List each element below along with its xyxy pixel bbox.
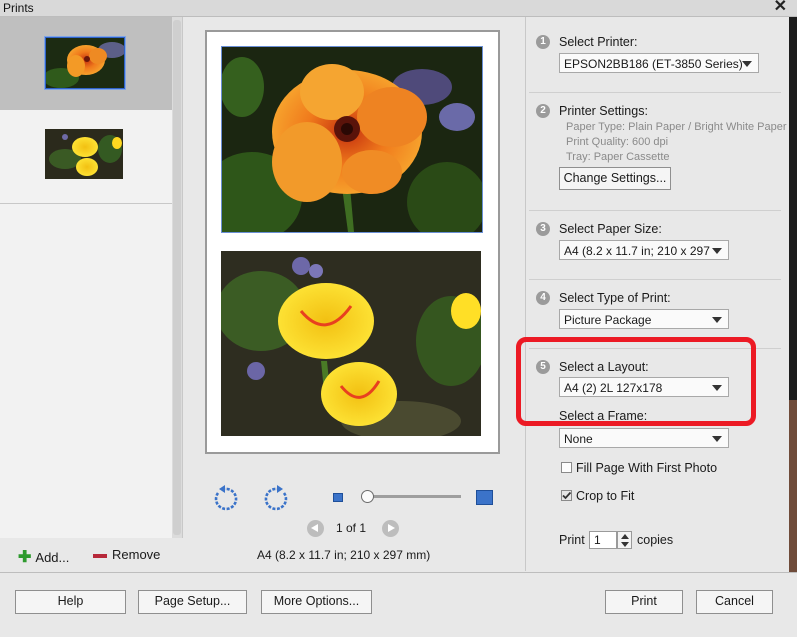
printer-dropdown[interactable]: EPSON2BB186 (ET-3850 Series) <box>559 53 759 73</box>
chevron-down-icon <box>712 385 722 391</box>
close-icon[interactable]: ✕ <box>774 0 787 16</box>
chevron-down-icon <box>712 248 722 254</box>
paper-size-dropdown[interactable]: A4 (8.2 x 11.7 in; 210 x 297 mm) <box>559 240 729 260</box>
printer-settings-label: Printer Settings: <box>559 104 648 118</box>
select-print-type-label: Select Type of Print: <box>559 291 671 305</box>
print-type-value: Picture Package <box>564 313 652 327</box>
cancel-button[interactable]: Cancel <box>696 590 773 614</box>
chevron-down-icon <box>712 317 722 323</box>
zoom-in-icon[interactable] <box>476 490 493 505</box>
arrow-left-icon <box>311 524 318 532</box>
printer-value: EPSON2BB186 (ET-3850 Series) <box>564 57 743 71</box>
page-setup-button[interactable]: Page Setup... <box>138 590 247 614</box>
select-frame-label: Select a Frame: <box>559 409 648 423</box>
zoom-slider-track[interactable] <box>363 495 461 498</box>
remove-button[interactable]: Remove <box>93 547 160 562</box>
arrow-right-icon <box>388 524 395 532</box>
chevron-down-icon <box>712 436 722 442</box>
fill-page-checkbox[interactable] <box>561 462 572 473</box>
chevron-down-icon <box>742 61 752 67</box>
paper-size-caption: A4 (8.2 x 11.7 in; 210 x 297 mm) <box>257 548 431 562</box>
copies-suffix-label: copies <box>637 533 674 547</box>
yellow-tulips-photo[interactable] <box>221 251 481 436</box>
crop-to-fit-label[interactable]: Crop to Fit <box>576 489 634 503</box>
copies-prefix-label: Print <box>559 533 585 547</box>
minus-icon <box>93 553 107 558</box>
title-bar <box>0 0 797 17</box>
more-options-button[interactable]: More Options... <box>261 590 372 614</box>
copies-value: 1 <box>594 533 601 547</box>
next-page-button[interactable] <box>382 520 399 537</box>
chevron-down-icon[interactable] <box>621 542 629 547</box>
page-indicator: 1 of 1 <box>336 521 367 535</box>
chevron-up-icon[interactable] <box>621 534 629 539</box>
orange-tulip-photo[interactable] <box>221 46 483 233</box>
step-number-4: 4 <box>536 291 550 305</box>
plus-icon: ✚ <box>18 549 32 566</box>
layout-value: A4 (2) 2L 127x178 <box>564 381 663 395</box>
tray-text: Tray: Paper Cassette <box>566 151 670 163</box>
help-button[interactable]: Help <box>15 590 126 614</box>
orange-tulip-thumbnail[interactable] <box>45 37 125 89</box>
frame-dropdown[interactable]: None <box>559 428 729 448</box>
previous-page-button[interactable] <box>307 520 324 537</box>
paper-size-value: A4 (8.2 x 11.7 in; 210 x 297 mm) <box>564 244 710 258</box>
remove-label: Remove <box>112 547 161 562</box>
divider <box>529 210 781 211</box>
checkmark-icon <box>562 491 572 500</box>
select-printer-label: Select Printer: <box>559 35 638 49</box>
background-window-edge <box>789 400 797 572</box>
paper-type-text: Paper Type: Plain Paper / Bright White P… <box>566 121 787 133</box>
select-paper-size-label: Select Paper Size: <box>559 222 662 236</box>
zoom-slider-handle[interactable] <box>361 490 374 503</box>
print-quality-text: Print Quality: 600 dpi <box>566 136 669 148</box>
step-number-3: 3 <box>536 222 550 236</box>
divider <box>529 279 781 280</box>
divider <box>529 348 781 349</box>
print-type-dropdown[interactable]: Picture Package <box>559 309 729 329</box>
add-button[interactable]: ✚ Add... <box>18 547 69 567</box>
window-title: Prints <box>3 1 34 15</box>
crop-to-fit-checkbox[interactable] <box>561 490 572 501</box>
divider <box>529 92 781 93</box>
thumbnail-item[interactable] <box>0 17 172 110</box>
copies-input[interactable]: 1 <box>589 531 617 549</box>
frame-value: None <box>564 432 593 446</box>
change-settings-button[interactable]: Change Settings... <box>559 167 671 190</box>
select-layout-label: Select a Layout: <box>559 360 649 374</box>
copies-stepper[interactable] <box>617 531 632 549</box>
rotate-left-icon[interactable] <box>210 484 240 514</box>
step-number-2: 2 <box>536 104 550 118</box>
add-label: Add... <box>35 550 70 565</box>
scrollbar-thumb[interactable] <box>173 20 181 535</box>
thumbnail-item[interactable] <box>0 110 172 204</box>
fill-page-label[interactable]: Fill Page With First Photo <box>576 461 717 475</box>
layout-dropdown[interactable]: A4 (2) 2L 127x178 <box>559 377 729 397</box>
step-number-1: 1 <box>536 35 550 49</box>
rotate-right-icon[interactable] <box>262 484 292 514</box>
yellow-tulips-thumbnail[interactable] <box>45 129 123 179</box>
step-number-5: 5 <box>536 360 550 374</box>
thumbnail-actions: ✚ Add... Remove <box>0 541 182 571</box>
print-button[interactable]: Print <box>605 590 683 614</box>
zoom-out-icon[interactable] <box>333 493 343 502</box>
